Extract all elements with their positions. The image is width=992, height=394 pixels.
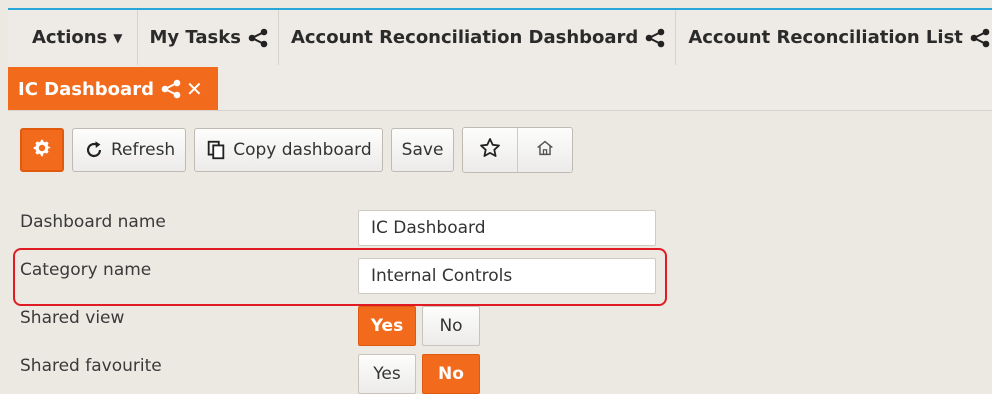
copy-dashboard-button[interactable]: Copy dashboard	[194, 128, 383, 172]
category-highlight-box	[13, 248, 667, 306]
tab-label: My Tasks	[149, 27, 241, 48]
refresh-icon	[83, 139, 105, 161]
dashboard-name-label: Dashboard name	[20, 212, 166, 232]
shared-favourite-label: Shared favourite	[20, 356, 162, 376]
close-icon[interactable]: ✕	[186, 77, 203, 101]
divider	[8, 110, 992, 111]
favourite-home-group	[462, 127, 574, 173]
shared-favourite-no-button[interactable]: No	[422, 354, 480, 394]
share-icon[interactable]	[969, 28, 991, 48]
tab-account-reconciliation-list[interactable]: Account Reconciliation List	[676, 10, 992, 65]
shared-view-toggle: Yes No	[358, 306, 486, 346]
refresh-button[interactable]: Refresh	[72, 128, 187, 172]
home-icon	[534, 137, 556, 163]
tab-account-reconciliation-dashboard[interactable]: Account Reconciliation Dashboard	[279, 10, 677, 65]
shared-view-yes-button[interactable]: Yes	[358, 306, 416, 346]
tab-label: Account Reconciliation List	[688, 27, 963, 48]
shared-view-label: Shared view	[20, 308, 125, 328]
save-button[interactable]: Save	[390, 128, 455, 172]
home-button[interactable]	[517, 128, 573, 172]
favourite-button[interactable]	[463, 128, 518, 172]
tab-row-secondary: IC Dashboard ✕	[8, 65, 992, 111]
save-label: Save	[401, 140, 444, 160]
share-icon[interactable]	[247, 28, 269, 48]
caret-down-icon: ▼	[113, 30, 123, 45]
shared-favourite-toggle: Yes No	[358, 354, 486, 394]
refresh-label: Refresh	[111, 140, 176, 160]
actions-label: Actions	[32, 27, 108, 48]
tab-my-tasks[interactable]: My Tasks	[138, 10, 279, 65]
copy-dashboard-label: Copy dashboard	[233, 140, 372, 160]
tab-row: Actions ▼ My Tasks Account Reconciliatio…	[8, 10, 992, 65]
tab-ic-dashboard[interactable]: IC Dashboard ✕	[8, 67, 218, 111]
star-icon	[478, 136, 502, 164]
share-icon[interactable]	[160, 79, 182, 99]
share-icon[interactable]	[644, 28, 666, 48]
copy-icon	[205, 139, 227, 161]
shared-favourite-yes-button[interactable]: Yes	[358, 354, 416, 394]
tab-label: IC Dashboard	[18, 78, 154, 100]
toolbar: Refresh Copy dashboard Save	[20, 127, 574, 173]
gear-icon	[31, 137, 53, 164]
tab-label: Account Reconciliation Dashboard	[290, 27, 639, 48]
settings-button[interactable]	[20, 128, 64, 172]
shared-view-no-button[interactable]: No	[422, 306, 480, 346]
dashboard-name-input[interactable]: IC Dashboard	[358, 210, 656, 246]
actions-menu[interactable]: Actions ▼	[8, 10, 138, 65]
